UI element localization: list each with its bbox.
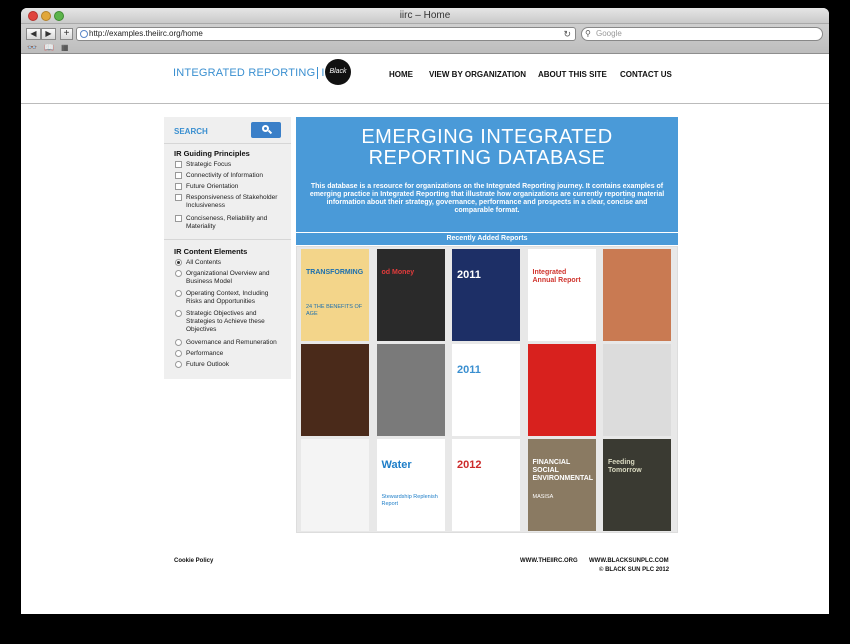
filter-future-orientation[interactable]: Future Orientation (175, 183, 285, 191)
report-cover[interactable]: 2011 (452, 249, 520, 341)
report-cover-subtitle: MASISA (532, 494, 554, 500)
report-cover[interactable]: FINANCIAL SOCIAL ENVIRONMENTAL MASISA (527, 439, 596, 531)
search-icon: ⚲ (585, 29, 591, 38)
search-button[interactable] (251, 122, 281, 138)
checkbox[interactable] (175, 183, 182, 190)
report-cover-title: Integrated Annual Report (532, 269, 581, 284)
globe-icon (80, 30, 88, 38)
hero-title: EMERGING INTEGRATED REPORTING DATABASE (361, 126, 613, 169)
report-cover[interactable] (301, 344, 369, 436)
add-bookmark-button[interactable]: + (60, 28, 73, 40)
browser-search-input[interactable]: ⚲ Google (581, 27, 823, 41)
report-cover[interactable] (376, 344, 445, 436)
filter-responsiveness[interactable]: Responsiveness of Stakeholder Inclusiven… (175, 194, 285, 210)
report-cover-title: TRANSFORMING (306, 269, 364, 276)
report-cover[interactable] (527, 344, 596, 436)
report-cover-title: 2011 (457, 364, 481, 376)
filter-org-overview[interactable]: Organizational Overview and Business Mod… (175, 270, 285, 286)
web-page: INTEGRATED REPORTINGIR Black Sun HOME VI… (21, 55, 829, 614)
filter-connectivity[interactable]: Connectivity of Information (175, 172, 285, 180)
title-bar: iirc – Home (21, 8, 829, 24)
browser-window: iirc – Home ◀ ▶ + http://examples.theiir… (21, 8, 829, 614)
report-cover-subtitle: 24 THE BENEFITS OF AGE (306, 304, 363, 317)
cookie-policy-link[interactable]: Cookie Policy (174, 558, 213, 564)
report-cover-title: 2012 (457, 459, 482, 471)
checkbox[interactable] (175, 215, 182, 222)
radio-button[interactable] (175, 270, 182, 277)
filter-strategic-objectives[interactable]: Strategic Objectives and Strategies to A… (175, 310, 285, 334)
filter-operating-context[interactable]: Operating Context, Including Risks and O… (175, 290, 285, 306)
filter-future-outlook[interactable]: Future Outlook (175, 361, 285, 369)
reading-list-icon[interactable]: 👓 (27, 43, 37, 52)
black-sun-logo[interactable]: Black Sun (325, 59, 351, 101)
report-cover[interactable]: Feeding Tomorrow (603, 439, 671, 531)
nav-contact-us[interactable]: CONTACT US (620, 70, 672, 79)
radio-button[interactable] (175, 339, 182, 346)
bookmarks-bar: 👓 📖 ▦ (27, 43, 69, 52)
search-placeholder: Google (596, 29, 622, 38)
report-cover[interactable]: Water Stewardship Replenish Report (376, 439, 445, 531)
filter-performance[interactable]: Performance (175, 350, 285, 358)
top-sites-icon[interactable]: ▦ (61, 43, 69, 52)
url-text: http://examples.theiirc.org/home (89, 29, 203, 38)
radio-button[interactable] (175, 361, 182, 368)
copyright-text: © BLACK SUN PLC 2012 (599, 567, 670, 573)
filter-strategic-focus[interactable]: Strategic Focus (175, 161, 285, 169)
report-cover-title: od Money (381, 269, 415, 276)
site-logo[interactable]: INTEGRATED REPORTINGIR (173, 67, 337, 79)
search-label: SEARCH (174, 127, 208, 136)
sidebar: SEARCH IR Guiding Principles Strategic F… (164, 117, 291, 379)
site-header: INTEGRATED REPORTINGIR Black Sun HOME VI… (21, 55, 829, 104)
radio-button[interactable] (175, 259, 182, 266)
filter-conciseness[interactable]: Conciseness, Reliability and Materiality (175, 215, 285, 231)
report-cover-title: 2011 (457, 269, 481, 281)
nav-about-this-site[interactable]: ABOUT THIS SITE (538, 70, 607, 79)
report-cover[interactable]: 2012 (452, 439, 520, 531)
window-title: iirc – Home (399, 10, 451, 21)
radio-button[interactable] (175, 290, 182, 297)
report-cover[interactable]: TRANSFORMING 24 THE BENEFITS OF AGE (301, 249, 369, 341)
radio-button[interactable] (175, 310, 182, 317)
checkbox[interactable] (175, 194, 182, 201)
nav-view-by-organization[interactable]: VIEW BY ORGANIZATION (429, 70, 526, 79)
report-cover[interactable] (603, 344, 671, 436)
bookmarks-icon[interactable]: 📖 (44, 43, 54, 52)
reload-icon[interactable]: ↻ (563, 28, 571, 40)
theiirc-link[interactable]: WWW.THEIIRC.ORG (520, 558, 578, 564)
report-cover-title: Water (381, 459, 412, 471)
report-cover-subtitle: Stewardship Replenish Report (381, 494, 438, 507)
report-grid: TRANSFORMING 24 THE BENEFITS OF AGE od Mon… (296, 246, 678, 533)
nav-home[interactable]: HOME (389, 70, 413, 79)
forward-button[interactable]: ▶ (41, 28, 56, 40)
main-content: EMERGING INTEGRATED REPORTING DATABASE T… (296, 117, 678, 533)
recently-added-heading: Recently Added Reports (296, 233, 678, 245)
checkbox[interactable] (175, 161, 182, 168)
report-cover[interactable]: 2011 (452, 344, 520, 436)
logo-text: INTEGRATED REPORTING (173, 67, 316, 79)
hero-banner: EMERGING INTEGRATED REPORTING DATABASE T… (296, 117, 678, 232)
blacksun-link[interactable]: WWW.BLACKSUNPLC.COM (589, 558, 669, 564)
filter-governance[interactable]: Governance and Remuneration (175, 339, 285, 347)
hero-description: This database is a resource for organiza… (309, 183, 665, 214)
filter-all-contents[interactable]: All Contents (175, 259, 285, 267)
report-cover[interactable] (301, 439, 369, 531)
report-cover[interactable] (603, 249, 671, 341)
report-cover[interactable]: Integrated Annual Report (527, 249, 596, 341)
report-cover[interactable]: od Money (376, 249, 445, 341)
report-cover-title: FINANCIAL SOCIAL ENVIRONMENTAL (532, 459, 594, 482)
back-button[interactable]: ◀ (26, 28, 41, 40)
report-cover-title: Feeding Tomorrow (608, 459, 642, 474)
guiding-principles-heading: IR Guiding Principles (174, 149, 250, 158)
content-elements-heading: IR Content Elements (174, 247, 248, 256)
address-bar[interactable]: http://examples.theiirc.org/home ↻ (76, 27, 576, 41)
radio-button[interactable] (175, 350, 182, 357)
browser-toolbar: ◀ ▶ + http://examples.theiirc.org/home ↻… (21, 24, 829, 54)
checkbox[interactable] (175, 172, 182, 179)
